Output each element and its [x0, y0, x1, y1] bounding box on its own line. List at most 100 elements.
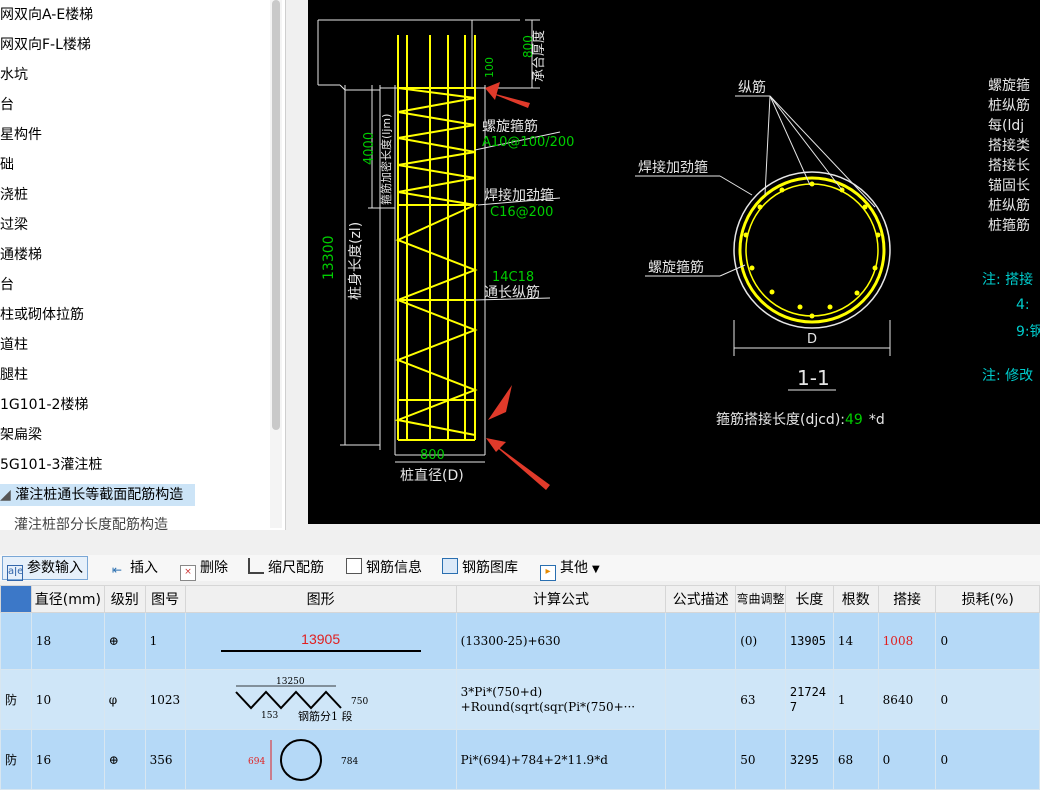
table-row[interactable]: 防 16 ⊕ 356 694 784 Pi*(694)+784+2*11.9*d… [0, 729, 1040, 790]
other-menu-button[interactable]: ▸ 其他 ▼ [540, 557, 600, 581]
cell-length[interactable]: 13905 [784, 612, 834, 670]
cap-thickness-label: 承台厚度 [531, 30, 547, 82]
cell-formula-desc[interactable] [665, 612, 737, 670]
tree-item[interactable]: 网双向F-L楼梯 [0, 34, 91, 56]
tree-item[interactable]: 浇桩 [0, 184, 28, 206]
cell-figure-no[interactable]: 1 [144, 612, 186, 670]
table-header: 直径(mm) 级别 图号 图形 计算公式 公式描述 弯曲调整 长度 根数 搭接 … [0, 585, 1040, 613]
cell-formula-desc[interactable] [665, 669, 737, 730]
dim-13300: 13300 [321, 235, 337, 280]
weld-stirrup-spec: C16@200 [490, 205, 553, 220]
spiral-stirrup-label: 螺旋箍筋 [482, 118, 538, 135]
cell-count[interactable]: 1 [832, 669, 879, 730]
tree-node-icon: ◢ [0, 487, 16, 503]
section-spiral-stirrup-label: 螺旋箍筋 [648, 259, 704, 276]
cell-length[interactable]: 3295 [784, 729, 834, 790]
dim-800-bottom: 800 [420, 448, 445, 463]
cell-diameter[interactable]: 10 [30, 669, 105, 730]
cell-lap[interactable]: 8640 [877, 669, 937, 730]
tree-item[interactable]: 道柱 [0, 334, 28, 356]
cell-length[interactable]: 21724 7 [784, 669, 834, 730]
cell-count[interactable]: 68 [832, 729, 879, 790]
svg-text:750: 750 [351, 697, 368, 707]
cell-bend-adjust[interactable]: (0) [735, 612, 786, 670]
cell-formula-desc[interactable] [665, 729, 737, 790]
cell-loss[interactable]: 0 [935, 729, 1040, 790]
cell-diameter[interactable]: 18 [30, 612, 105, 670]
tree-item[interactable]: 腿柱 [0, 364, 28, 386]
rebar-library-button[interactable]: 钢筋图库 [442, 557, 518, 579]
svg-text:螺旋箍: 螺旋箍 [988, 77, 1030, 94]
svg-text:13250: 13250 [276, 677, 305, 687]
table-row[interactable]: 防 10 φ 1023 13250 750 153 钢筋分1 段 3*Pi*(7… [0, 669, 1040, 730]
header-count: 根数 [832, 585, 879, 613]
svg-text:694: 694 [248, 757, 265, 767]
tree-scrollbar[interactable] [270, 0, 282, 528]
tree-item[interactable]: 1G101-2楼梯 [0, 394, 88, 416]
tree-item[interactable]: 网双向A-E楼梯 [0, 4, 93, 26]
long-rebar-label: 通长纵筋 [484, 284, 540, 301]
dim-100: 100 [483, 57, 496, 78]
cell-bend-adjust[interactable]: 50 [735, 729, 786, 790]
svg-text:桩箍筋: 桩箍筋 [988, 217, 1030, 234]
tree-item[interactable]: 星构件 [0, 124, 42, 146]
rebar-info-button[interactable]: 钢筋信息 [346, 557, 422, 579]
rebar-drawing: 800 承台厚度 100 4000 箍筋加密长度(ljm) 13300 桩身长度… [308, 0, 1040, 524]
cell-lap[interactable]: 0 [877, 729, 937, 790]
cell-diameter[interactable]: 16 [30, 729, 105, 790]
section-diameter-label: D [807, 332, 817, 347]
param-input-icon: aǀe [7, 565, 23, 581]
cell-grade[interactable]: ⊕ [103, 729, 146, 790]
svg-text:搭接长: 搭接长 [988, 157, 1030, 174]
insert-icon: ⇤ [112, 563, 123, 577]
lap-length-label: 箍筋搭接长度(djcd):49 *d [716, 411, 885, 428]
cell-name[interactable] [0, 612, 32, 670]
tree-item[interactable]: 水坑 [0, 64, 28, 86]
section-long-rebar-label: 纵筋 [738, 79, 766, 96]
param-input-button[interactable]: aǀe 参数输入 [2, 556, 88, 581]
tree-item[interactable]: 台 [0, 274, 14, 296]
table-row[interactable]: 18 ⊕ 1 13905 (13300-25)+630 (0) 13905 14… [0, 612, 1040, 670]
tree-item[interactable]: 灌注桩部分长度配筋构造 [0, 514, 168, 530]
tree-item[interactable]: 架扁梁 [0, 424, 42, 446]
tree-item[interactable]: 通楼梯 [0, 244, 42, 266]
cell-formula[interactable]: 3*Pi*(750+d) +Round(sqrt(sqr(Pi*(750+··· [455, 669, 667, 730]
cell-grade[interactable]: ⊕ [103, 612, 146, 670]
tree-item[interactable]: 础 [0, 154, 14, 176]
header-loss: 损耗(%) [935, 585, 1040, 613]
cell-loss[interactable]: 0 [935, 612, 1040, 670]
insert-button[interactable]: ⇤ 插入 [112, 557, 158, 579]
cell-loss[interactable]: 0 [935, 669, 1040, 730]
cell-grade[interactable]: φ [103, 669, 146, 730]
cell-bend-adjust[interactable]: 63 [735, 669, 786, 730]
header-formula: 计算公式 [455, 585, 667, 613]
dim-4000: 4000 [362, 132, 377, 165]
tree-item-selected[interactable]: ◢ 灌注桩通长等截面配筋构造 [0, 484, 195, 506]
header-name [0, 585, 32, 613]
cell-figure-no[interactable]: 356 [144, 729, 186, 790]
cell-shape[interactable]: 13905 [184, 612, 457, 670]
cell-shape[interactable]: 13250 750 153 钢筋分1 段 [184, 669, 457, 730]
cell-formula[interactable]: Pi*(694)+784+2*11.9*d [455, 729, 667, 790]
cell-name[interactable]: 防 [0, 729, 32, 790]
hoop-shape-icon: 694 784 [248, 739, 358, 781]
scale-rebar-button[interactable]: 缩尺配筋 [248, 557, 324, 579]
tree-item[interactable]: 过梁 [0, 214, 28, 236]
cell-lap[interactable]: 1008 [877, 612, 937, 670]
delete-button[interactable]: × 删除 [180, 557, 228, 581]
chevron-down-icon: ▼ [592, 564, 600, 575]
cell-count[interactable]: 14 [832, 612, 879, 670]
svg-text:9:钢: 9:钢 [1016, 324, 1040, 340]
cell-figure-no[interactable]: 1023 [144, 669, 186, 730]
cell-formula[interactable]: (13300-25)+630 [455, 612, 667, 670]
info-icon [346, 558, 362, 574]
cell-shape[interactable]: 694 784 [184, 729, 457, 790]
svg-text:784: 784 [341, 757, 358, 767]
scrollbar-thumb[interactable] [272, 0, 280, 430]
tree-item[interactable]: 台 [0, 94, 14, 116]
tree-item[interactable]: 5G101-3灌注桩 [0, 454, 102, 476]
tree-item[interactable]: 柱或砌体拉筋 [0, 304, 84, 326]
svg-text:搭接类: 搭接类 [988, 137, 1030, 154]
svg-text:每(ldj: 每(ldj [988, 118, 1024, 134]
cell-name[interactable]: 防 [0, 669, 32, 730]
